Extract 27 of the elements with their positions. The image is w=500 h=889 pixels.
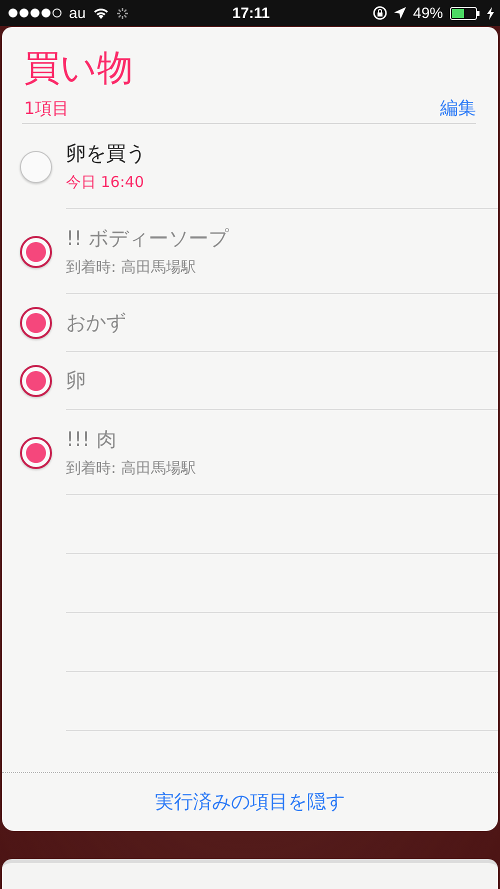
hide-completed-button[interactable]: 実行済みの項目を隠す	[2, 773, 498, 831]
location-trigger: 到着時: 高田馬場駅	[66, 258, 197, 277]
list-title: 買い物	[24, 47, 134, 91]
reminder-title: おかず	[66, 309, 127, 336]
checkbox[interactable]	[20, 307, 52, 339]
location-trigger: 到着時: 高田馬場駅	[66, 459, 197, 478]
edit-link[interactable]: 編集	[440, 96, 476, 120]
battery-percent: 49%	[412, 4, 444, 22]
rotation-lock-icon	[372, 6, 387, 20]
reminder-title: !! ボディーソープ	[66, 225, 230, 252]
reminder-title: 卵	[66, 367, 87, 394]
location-arrow-icon	[394, 7, 406, 19]
checkbox[interactable]	[20, 436, 52, 468]
item-count: 1項目	[24, 98, 69, 120]
reminder-title: !!! 肉	[66, 426, 118, 453]
loading-spinner-icon	[116, 6, 129, 20]
reminder-title: 卵を買う	[66, 140, 147, 167]
signal-icon	[8, 8, 62, 18]
checkbox[interactable]	[20, 236, 52, 268]
checkbox[interactable]	[20, 365, 52, 397]
charging-bolt-icon	[487, 6, 494, 20]
battery-icon	[450, 6, 480, 20]
wifi-icon	[92, 7, 109, 19]
due-time: 今日 16:40	[66, 173, 145, 192]
clock: 17:11	[232, 4, 270, 22]
carrier-name: au	[69, 4, 86, 22]
checkbox[interactable]	[20, 150, 52, 182]
